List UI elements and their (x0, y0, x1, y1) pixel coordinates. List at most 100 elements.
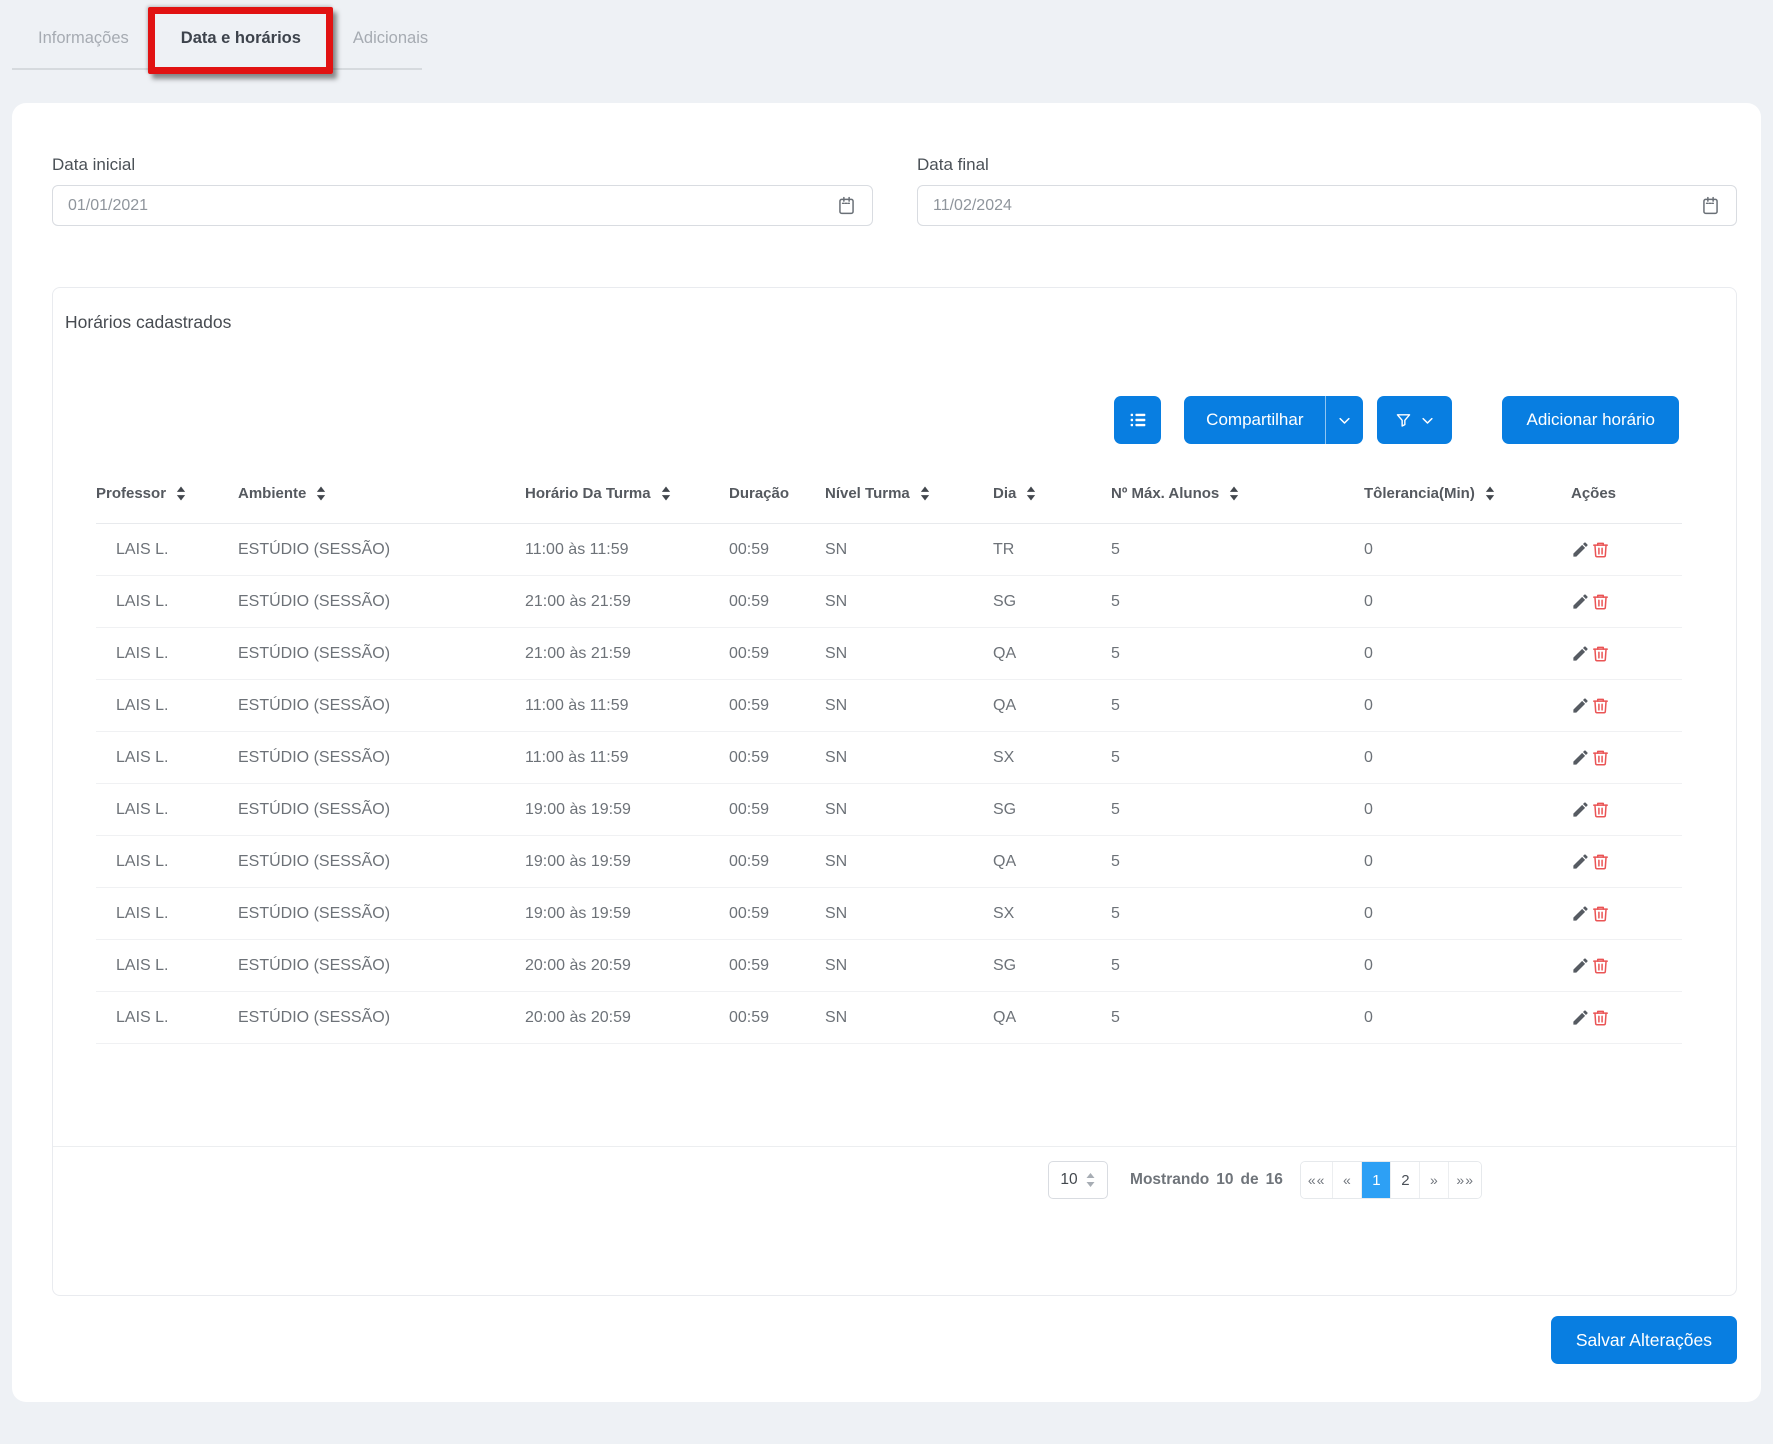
column-header[interactable]: Horário Da Turma (525, 485, 729, 502)
column-header-label: Nível Turma (825, 485, 910, 502)
cell-duracao: 00:59 (729, 801, 825, 819)
start-date-label: Data inicial (52, 155, 135, 175)
edit-pencil-icon[interactable] (1571, 540, 1590, 559)
cell-duracao: 00:59 (729, 905, 825, 923)
end-date-label: Data final (917, 155, 989, 175)
filter-funnel-icon (1395, 412, 1412, 429)
delete-trash-icon[interactable] (1591, 696, 1610, 715)
edit-pencil-icon[interactable] (1571, 800, 1590, 819)
cell-ambiente: ESTÚDIO (SESSÃO) (238, 697, 525, 715)
row-actions (1571, 696, 1682, 715)
delete-trash-icon[interactable] (1591, 1008, 1610, 1027)
column-header[interactable]: Professor (96, 485, 238, 502)
cell-tolerancia: 0 (1364, 801, 1571, 819)
schedules-panel: Horários cadastrados Compartilhar (52, 287, 1737, 1296)
cell-professor: LAIS L. (96, 645, 238, 663)
tab-label: Adicionais (353, 29, 428, 47)
cell-max-alunos: 5 (1111, 593, 1364, 611)
cell-horario: 21:00 às 21:59 (525, 593, 729, 611)
column-header[interactable]: Nº Máx. Alunos (1111, 485, 1364, 502)
calendar-icon[interactable] (836, 195, 857, 216)
edit-pencil-icon[interactable] (1571, 904, 1590, 923)
cell-nivel: SN (825, 645, 993, 663)
cell-dia: QA (993, 697, 1111, 715)
edit-pencil-icon[interactable] (1571, 644, 1590, 663)
cell-tolerancia: 0 (1364, 853, 1571, 871)
cell-horario: 19:00 às 19:59 (525, 905, 729, 923)
table-row: LAIS L. ESTÚDIO (SESSÃO) 21:00 às 21:59 … (96, 576, 1682, 628)
edit-pencil-icon[interactable] (1571, 696, 1590, 715)
delete-trash-icon[interactable] (1591, 644, 1610, 663)
calendar-icon[interactable] (1700, 195, 1721, 216)
page: Informações Data e horários Adicionais D… (0, 0, 1773, 1444)
delete-trash-icon[interactable] (1591, 592, 1610, 611)
column-header[interactable]: Dia (993, 485, 1111, 502)
add-schedule-button[interactable]: Adicionar horário (1502, 396, 1679, 444)
prev-page-button[interactable]: « (1333, 1162, 1362, 1198)
cell-horario: 11:00 às 11:59 (525, 697, 729, 715)
end-date-value: 11/02/2024 (933, 197, 1012, 215)
page-1-button[interactable]: 1 (1362, 1162, 1391, 1198)
cell-tolerancia: 0 (1364, 905, 1571, 923)
filter-button[interactable] (1377, 396, 1452, 444)
page-2-button[interactable]: 2 (1391, 1162, 1420, 1198)
delete-trash-icon[interactable] (1591, 852, 1610, 871)
cell-dia: SX (993, 749, 1111, 767)
page-size-select[interactable]: 10 (1048, 1161, 1108, 1199)
column-header[interactable]: Ambiente (238, 485, 525, 502)
of-word: de (1241, 1171, 1259, 1189)
share-button[interactable]: Compartilhar (1184, 396, 1325, 444)
cell-ambiente: ESTÚDIO (SESSÃO) (238, 905, 525, 923)
delete-trash-icon[interactable] (1591, 748, 1610, 767)
delete-trash-icon[interactable] (1591, 956, 1610, 975)
cell-duracao: 00:59 (729, 853, 825, 871)
sort-icon[interactable] (920, 486, 930, 501)
cell-horario: 19:00 às 19:59 (525, 801, 729, 819)
end-date-input[interactable]: 11/02/2024 (917, 185, 1737, 226)
chevron-down-icon (1420, 413, 1435, 428)
cell-ambiente: ESTÚDIO (SESSÃO) (238, 957, 525, 975)
column-header-label: Tôlerancia(Min) (1364, 485, 1475, 502)
tab-informacoes[interactable]: Informações (12, 10, 155, 68)
tab-adicionais[interactable]: Adicionais (327, 10, 454, 68)
delete-trash-icon[interactable] (1591, 904, 1610, 923)
edit-pencil-icon[interactable] (1571, 956, 1590, 975)
start-date-input[interactable]: 01/01/2021 (52, 185, 873, 226)
sort-icon[interactable] (316, 486, 326, 501)
cell-horario: 11:00 às 11:59 (525, 749, 729, 767)
sort-icon[interactable] (1229, 486, 1239, 501)
delete-trash-icon[interactable] (1591, 540, 1610, 559)
first-page-button[interactable]: «« (1301, 1162, 1334, 1198)
cell-horario: 19:00 às 19:59 (525, 853, 729, 871)
cell-duracao: 00:59 (729, 645, 825, 663)
column-header-label: Professor (96, 485, 166, 502)
row-actions (1571, 852, 1682, 871)
next-page-button[interactable]: » (1420, 1162, 1449, 1198)
sort-icon[interactable] (1485, 486, 1495, 501)
sort-icon[interactable] (661, 486, 671, 501)
last-page-button[interactable]: »» (1449, 1162, 1481, 1198)
cell-nivel: SN (825, 541, 993, 559)
save-changes-button[interactable]: Salvar Alterações (1551, 1316, 1737, 1364)
share-dropdown-toggle[interactable] (1325, 396, 1363, 444)
sort-icon[interactable] (1026, 486, 1036, 501)
delete-trash-icon[interactable] (1591, 800, 1610, 819)
edit-pencil-icon[interactable] (1571, 748, 1590, 767)
tab-data-e-horarios[interactable]: Data e horários (155, 10, 327, 68)
table-row: LAIS L. ESTÚDIO (SESSÃO) 21:00 às 21:59 … (96, 628, 1682, 680)
showing-count: 10 (1216, 1171, 1233, 1189)
pagination: «« « 1 2 » »» (1300, 1161, 1482, 1199)
cell-professor: LAIS L. (96, 697, 238, 715)
edit-pencil-icon[interactable] (1571, 852, 1590, 871)
list-view-button[interactable] (1114, 396, 1161, 444)
edit-pencil-icon[interactable] (1571, 592, 1590, 611)
cell-nivel: SN (825, 1009, 993, 1027)
column-header: Ações (1571, 485, 1682, 502)
sort-icon[interactable] (176, 486, 186, 501)
edit-pencil-icon[interactable] (1571, 1008, 1590, 1027)
cell-max-alunos: 5 (1111, 853, 1364, 871)
table-body: LAIS L. ESTÚDIO (SESSÃO) 11:00 às 11:59 … (96, 524, 1682, 1044)
column-header[interactable]: Nível Turma (825, 485, 993, 502)
cell-tolerancia: 0 (1364, 645, 1571, 663)
column-header[interactable]: Tôlerancia(Min) (1364, 485, 1571, 502)
